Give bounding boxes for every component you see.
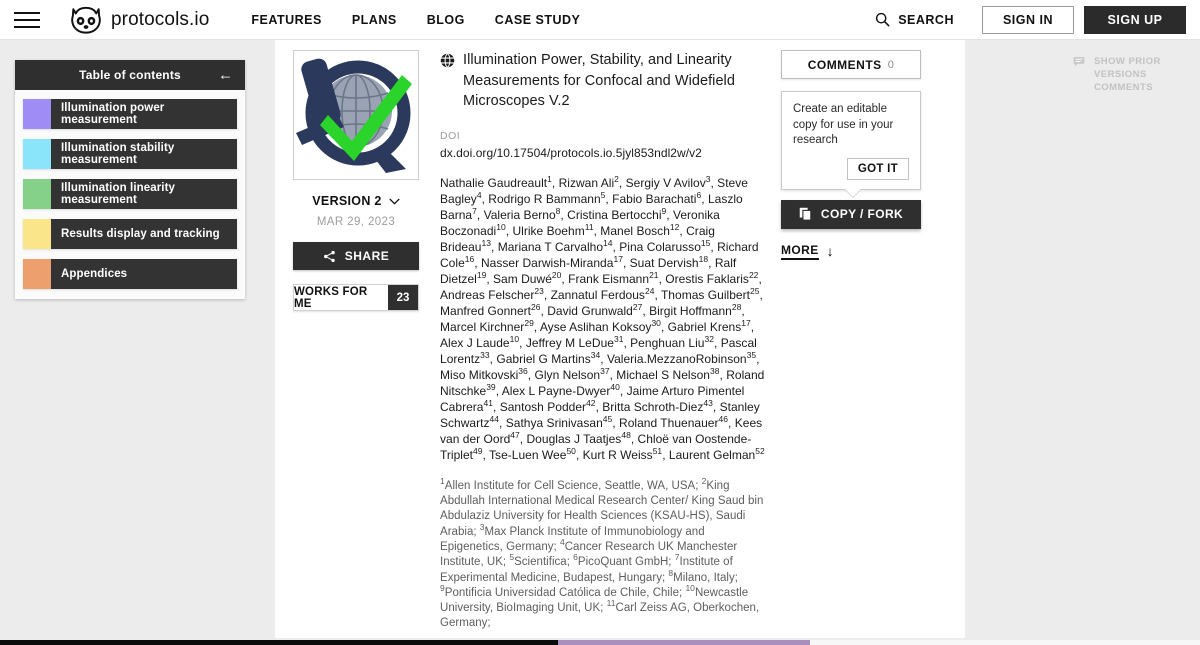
page-title: Illumination Power, Stability, and Linea… bbox=[463, 52, 735, 110]
doi-value[interactable]: dx.doi.org/10.17504/protocols.io.5jyl853… bbox=[440, 146, 765, 160]
bottom-bar-segment-dark bbox=[0, 640, 558, 645]
version-label: VERSION 2 bbox=[312, 194, 382, 208]
protocol-actions-rail: COMMENTS 0 Create an editable copy for u… bbox=[781, 50, 921, 260]
toc-color-swatch bbox=[23, 179, 51, 209]
arrow-down-icon: ↓ bbox=[826, 243, 834, 260]
table-of-contents: Table of contents ← Illumination power m… bbox=[15, 60, 245, 299]
header-actions: SEARCH SIGN IN SIGN UP bbox=[875, 5, 1200, 34]
chevron-down-icon bbox=[389, 198, 400, 205]
toc-collapse-arrow-icon[interactable]: ← bbox=[218, 68, 233, 83]
more-label: MORE bbox=[781, 243, 819, 260]
nav-item-blog[interactable]: BLOG bbox=[427, 13, 465, 27]
prior-versions-line1: SHOW PRIOR bbox=[1094, 56, 1161, 67]
tooltip-actions: GOT IT bbox=[793, 157, 909, 180]
tooltip-arrow-inner bbox=[844, 187, 862, 197]
toc-title: Table of contents bbox=[79, 68, 181, 82]
toc-item-illumination-linearity-measurement[interactable]: Illumination linearity measurement bbox=[23, 179, 237, 209]
comments-button[interactable]: COMMENTS 0 bbox=[781, 50, 921, 79]
comments-label: COMMENTS bbox=[807, 57, 882, 72]
prior-versions-line2: VERSIONS COMMENTS bbox=[1094, 68, 1154, 93]
sign-up-button[interactable]: SIGN UP bbox=[1084, 5, 1186, 34]
works-for-me-label: WORKS FOR ME bbox=[294, 285, 368, 310]
bottom-bar bbox=[0, 638, 1200, 645]
toc-header: Table of contents ← bbox=[15, 60, 245, 90]
author-list: Nathalie Gaudreault1, Rizwan Ali2, Sergi… bbox=[440, 174, 765, 462]
site-logo[interactable]: protocols.io bbox=[70, 5, 209, 35]
prior-versions-label: SHOW PRIOR VERSIONS COMMENTS bbox=[1094, 56, 1200, 94]
toc-item-label: Illumination linearity measurement bbox=[51, 179, 237, 209]
site-logo-text: protocols.io bbox=[111, 8, 210, 30]
version-date: MAR 29, 2023 bbox=[316, 216, 396, 228]
toc-item-illumination-stability-measurement[interactable]: Illumination stability measurement bbox=[23, 139, 237, 169]
toc-item-appendices[interactable]: Appendices bbox=[23, 259, 237, 289]
share-icon bbox=[323, 250, 335, 262]
raccoon-logo-icon bbox=[71, 6, 101, 34]
works-for-me-button[interactable]: WORKS FOR ME 23 bbox=[293, 284, 419, 311]
toc-color-swatch bbox=[23, 139, 51, 169]
nav-item-plans[interactable]: PLANS bbox=[352, 13, 397, 27]
protocol-thumbnail[interactable] bbox=[293, 50, 419, 180]
tooltip-message: Create an editable copy for use in your … bbox=[793, 103, 894, 147]
got-it-button[interactable]: GOT IT bbox=[846, 157, 909, 180]
copy-fork-button[interactable]: COPY / FORK bbox=[781, 199, 921, 229]
quarep-logo-icon bbox=[296, 58, 412, 173]
nav-item-case-study[interactable]: CASE STUDY bbox=[495, 13, 581, 27]
toc-item-label: Appendices bbox=[51, 259, 237, 289]
toc-item-label: Illumination stability measurement bbox=[51, 139, 237, 169]
affiliation-list: 1Allen Institute for Cell Science, Seatt… bbox=[440, 476, 764, 630]
toc-item-results-display-and-tracking[interactable]: Results display and tracking bbox=[23, 219, 237, 249]
toc-color-swatch bbox=[23, 99, 51, 129]
comment-bubble-icon bbox=[1073, 57, 1085, 67]
show-prior-versions-comments-button[interactable]: SHOW PRIOR VERSIONS COMMENTS bbox=[1073, 56, 1200, 94]
nav-item-features[interactable]: FEATURES bbox=[251, 13, 321, 27]
hamburger-menu-icon[interactable] bbox=[14, 11, 58, 28]
share-label: SHARE bbox=[344, 249, 390, 263]
share-button[interactable]: SHARE bbox=[293, 242, 419, 270]
copy-icon bbox=[799, 208, 812, 222]
protocol-meta-column: VERSION 2 MAR 29, 2023 SHARE WORKS FOR M… bbox=[293, 50, 419, 311]
bottom-bar-segment-light bbox=[810, 640, 1200, 645]
comments-count: 0 bbox=[887, 58, 895, 71]
works-for-me-count: 23 bbox=[388, 285, 418, 310]
search-label: SEARCH bbox=[898, 12, 954, 27]
toc-item-label: Illumination power measurement bbox=[51, 99, 237, 129]
site-header: protocols.io FEATURES PLANS BLOG CASE ST… bbox=[0, 0, 1200, 40]
bottom-bar-segment-purple bbox=[558, 640, 810, 645]
protocol-title-row: Illumination Power, Stability, and Linea… bbox=[440, 50, 765, 112]
toc-item-illumination-power-measurement[interactable]: Illumination power measurement bbox=[23, 99, 237, 129]
search-button[interactable]: SEARCH bbox=[875, 12, 954, 27]
toc-color-swatch bbox=[23, 259, 51, 289]
more-button[interactable]: MORE ↓ bbox=[781, 243, 834, 260]
doi-label: DOI bbox=[440, 130, 461, 143]
sign-in-button[interactable]: SIGN IN bbox=[982, 5, 1074, 34]
protocol-article: Illumination Power, Stability, and Linea… bbox=[440, 50, 765, 632]
toc-color-swatch bbox=[23, 219, 51, 249]
page-body: Table of contents ← Illumination power m… bbox=[0, 40, 1200, 638]
search-icon bbox=[876, 12, 890, 27]
copy-fork-label: COPY / FORK bbox=[820, 207, 904, 222]
main-nav: FEATURES PLANS BLOG CASE STUDY bbox=[251, 13, 580, 27]
copy-fork-tooltip: Create an editable copy for use in your … bbox=[781, 91, 921, 198]
globe-icon bbox=[440, 53, 455, 68]
version-selector[interactable]: VERSION 2 bbox=[293, 194, 419, 208]
toc-item-label: Results display and tracking bbox=[51, 219, 237, 249]
toc-list: Illumination power measurement Illuminat… bbox=[15, 90, 245, 299]
